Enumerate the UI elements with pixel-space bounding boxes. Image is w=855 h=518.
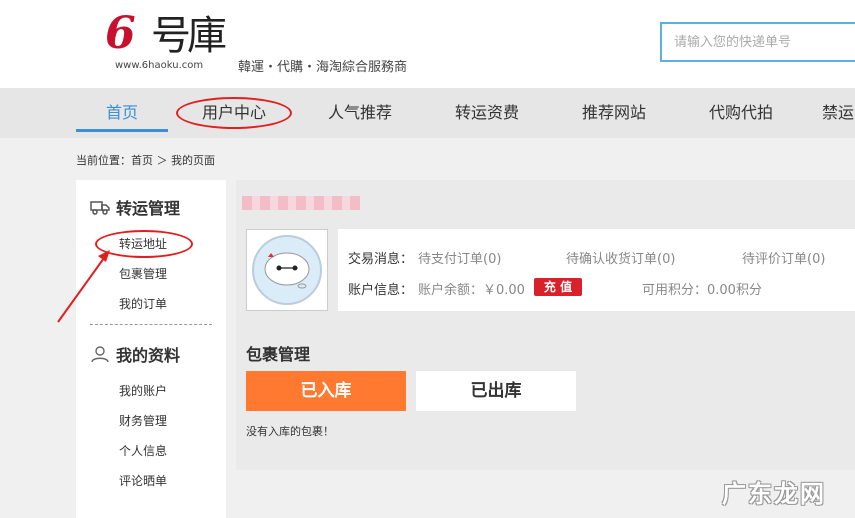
- main-content: 交易消息： 待支付订单(0) 待确认收货订单(0) 待评价订单(0) 账户信息：…: [236, 180, 855, 470]
- account-balance: 账户余额：￥0.00: [418, 283, 525, 298]
- avatar: [252, 235, 322, 305]
- pending-review-link[interactable]: 待评价订单(0): [742, 248, 825, 267]
- pending-payment-link[interactable]: 待支付订单(0): [418, 248, 501, 267]
- avatar-frame[interactable]: [246, 229, 328, 311]
- watermark: 广东龙网: [722, 480, 826, 508]
- account-label: 账户信息：: [348, 283, 414, 298]
- package-management-title: 包裹管理: [246, 345, 311, 364]
- available-points: 可用积分：0.00积分: [642, 283, 762, 298]
- trade-label: 交易消息：: [348, 252, 414, 267]
- account-info-row: 账户信息：: [348, 279, 413, 298]
- pending-receipt-link[interactable]: 待确认收货订单(0): [566, 248, 675, 267]
- empty-packages-message: 没有入库的包裹！: [246, 425, 334, 438]
- recharge-button[interactable]: 充 值: [534, 278, 582, 296]
- tab-out-warehouse[interactable]: 已出库: [416, 371, 576, 411]
- baymax-avatar-icon: [264, 252, 310, 289]
- tab-in-warehouse[interactable]: 已入库: [246, 371, 406, 411]
- account-info-panel: 交易消息： 待支付订单(0) 待确认收货订单(0) 待评价订单(0) 账户信息：…: [338, 229, 855, 311]
- blurred-username: [242, 196, 360, 210]
- trade-message-row: 交易消息：: [348, 248, 413, 267]
